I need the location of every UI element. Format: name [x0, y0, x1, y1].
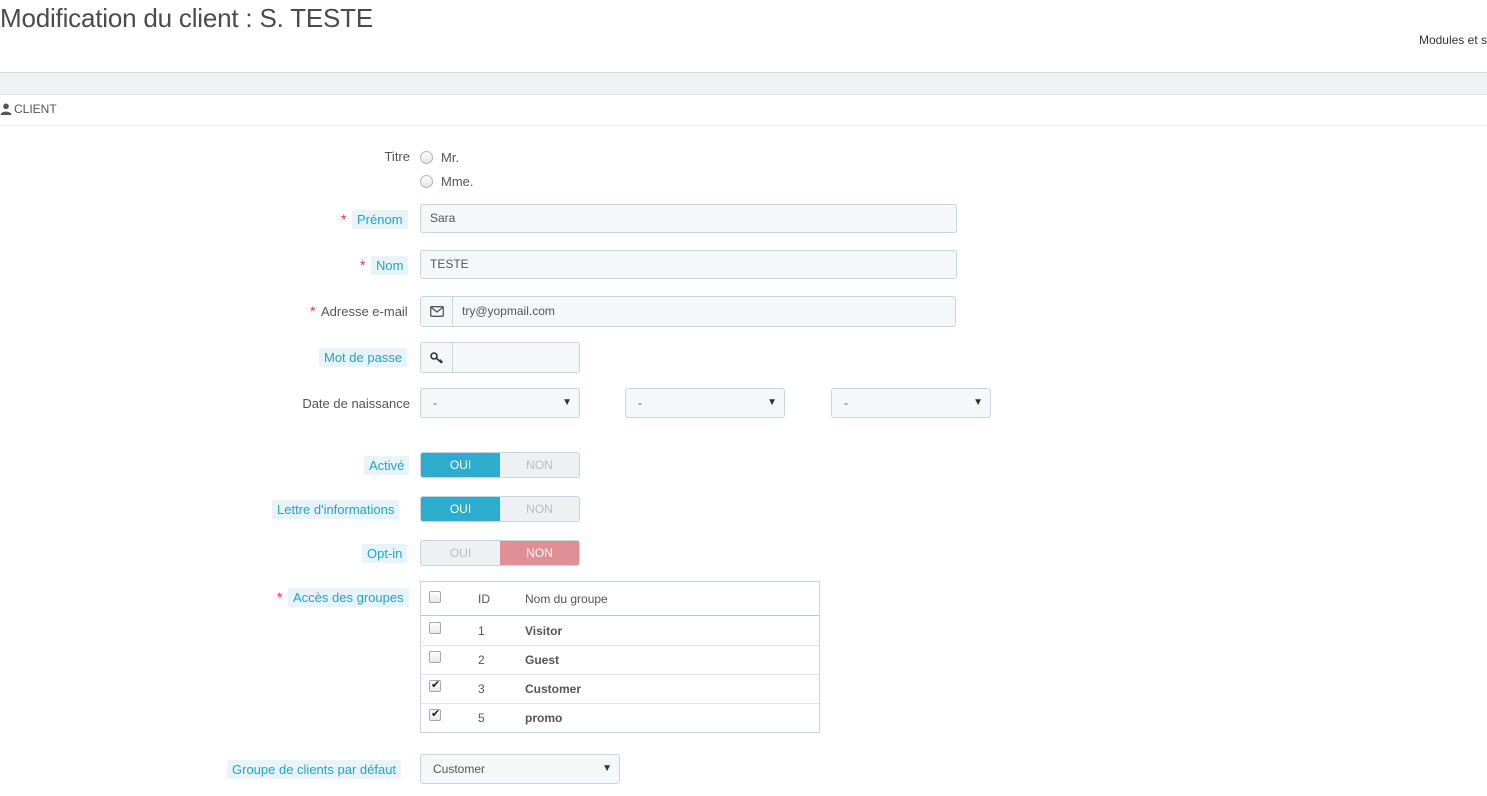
birthdate-month-value: - — [638, 396, 642, 410]
groups-table-header: ID Nom du groupe — [421, 582, 819, 616]
key-icon — [421, 343, 453, 372]
radio-mr-button[interactable] — [420, 151, 433, 164]
group-id: 2 — [478, 652, 485, 667]
radio-mme-label: Mme. — [441, 174, 474, 189]
column-header-id: ID — [478, 591, 490, 606]
caret-down-icon: ▼ — [602, 763, 612, 774]
envelope-icon — [421, 297, 453, 326]
newsletter-yes-option[interactable]: OUI — [421, 497, 500, 521]
active-no-option[interactable]: NON — [500, 453, 579, 477]
birthdate-day-select[interactable]: - ▼ — [420, 388, 580, 418]
caret-down-icon: ▼ — [767, 397, 777, 408]
toolbar-band — [0, 72, 1487, 95]
group-checkbox[interactable]: ✔ — [429, 708, 441, 721]
check-icon: ✔ — [431, 708, 441, 720]
required-marker: * — [360, 257, 366, 273]
table-row: ✔ 5 promo — [421, 703, 819, 732]
optin-switch[interactable]: OUI NON — [420, 540, 580, 566]
table-row: 2 Guest — [421, 645, 819, 675]
newsletter-switch[interactable]: OUI NON — [420, 496, 580, 522]
radio-mme[interactable]: Mme. — [420, 174, 474, 189]
active-yes-option[interactable]: OUI — [421, 453, 500, 477]
group-name: Visitor — [525, 623, 563, 638]
default-group-label: Groupe de clients par défaut — [227, 760, 402, 779]
groups-label: Accès des groupes — [288, 588, 409, 607]
select-all-checkbox[interactable] — [429, 591, 441, 603]
newsletter-no-option[interactable]: NON — [500, 497, 579, 521]
group-id: 5 — [478, 710, 485, 725]
birthdate-month-select[interactable]: - ▼ — [625, 388, 785, 418]
page-title: Modification du client : S. TESTE — [0, 3, 373, 33]
email-label: Adresse e-mail — [321, 304, 408, 319]
group-name: Guest — [525, 652, 560, 667]
email-field[interactable]: try@yopmail.com — [420, 296, 956, 327]
groups-table: ID Nom du groupe 1 Visitor 2 Guest ✔ 3 C… — [420, 581, 820, 733]
birthdate-day-value: - — [433, 396, 437, 410]
email-value: try@yopmail.com — [462, 304, 555, 318]
modules-link[interactable]: Modules et s — [1419, 33, 1487, 47]
group-checkbox[interactable] — [429, 622, 441, 634]
optin-label: Opt-in — [362, 544, 408, 563]
password-field[interactable] — [420, 342, 580, 373]
caret-down-icon: ▼ — [562, 397, 572, 408]
active-label: Activé — [364, 456, 410, 475]
group-checkbox[interactable]: ✔ — [429, 679, 441, 692]
required-marker: * — [341, 211, 347, 227]
radio-mme-button[interactable] — [420, 175, 433, 188]
group-name: promo — [525, 710, 563, 725]
radio-mr[interactable]: Mr. — [420, 150, 459, 165]
group-id: 1 — [478, 623, 485, 638]
table-row: ✔ 3 Customer — [421, 674, 819, 704]
required-marker: * — [277, 589, 283, 605]
table-row: 1 Visitor — [421, 616, 819, 646]
titre-label: Titre — [384, 149, 410, 164]
password-value — [453, 343, 579, 372]
required-marker: * — [310, 303, 316, 319]
password-label: Mot de passe — [319, 348, 408, 367]
panel-divider — [0, 125, 1487, 126]
optin-no-option[interactable]: NON — [500, 541, 579, 565]
birthdate-year-select[interactable]: - ▼ — [831, 388, 991, 418]
caret-down-icon: ▼ — [973, 397, 983, 408]
panel-heading-label: CLIENT — [14, 102, 57, 116]
check-icon: ✔ — [431, 679, 441, 691]
prenom-input[interactable]: Sara — [420, 204, 957, 233]
active-switch[interactable]: OUI NON — [420, 452, 580, 478]
newsletter-label: Lettre d'informations — [272, 500, 400, 519]
birthdate-label: Date de naissance — [302, 396, 410, 411]
group-id: 3 — [478, 681, 485, 696]
group-checkbox[interactable] — [429, 651, 441, 663]
radio-mr-label: Mr. — [441, 150, 460, 165]
default-group-select[interactable]: Customer ▼ — [420, 754, 620, 784]
column-header-name: Nom du groupe — [525, 591, 608, 606]
panel-heading: CLIENT — [0, 100, 57, 118]
optin-yes-option[interactable]: OUI — [421, 541, 500, 565]
user-icon — [0, 103, 12, 115]
group-name: Customer — [525, 681, 582, 696]
nom-label: Nom — [371, 256, 409, 275]
nom-input[interactable]: TESTE — [420, 250, 957, 279]
default-group-value: Customer — [433, 762, 486, 776]
birthdate-year-value: - — [844, 396, 848, 410]
prenom-label: Prénom — [352, 210, 408, 229]
